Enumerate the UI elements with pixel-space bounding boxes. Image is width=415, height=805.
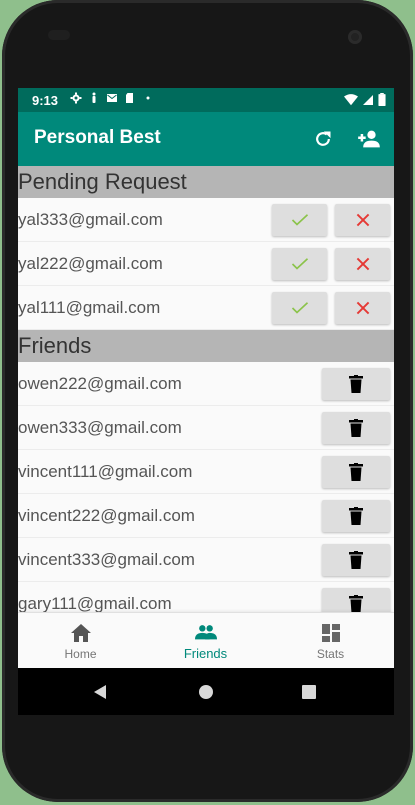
pending-email: yal222@gmail.com (18, 254, 163, 273)
delete-button[interactable] (322, 456, 390, 488)
walking-icon (92, 92, 96, 103)
status-time: 9:13 (32, 93, 59, 108)
nav-stats-label: Stats (316, 646, 345, 661)
friend-email: vincent333@gmail.com (18, 550, 195, 569)
refresh-button[interactable] (309, 125, 337, 153)
status-system-icons (344, 93, 386, 106)
trash-icon (349, 507, 363, 525)
friend-email: vincent111@gmail.com (18, 462, 193, 481)
nav-stats[interactable]: Stats (268, 613, 393, 669)
accept-button[interactable] (272, 292, 327, 324)
wifi-icon (344, 93, 358, 105)
pending-row: yal333@gmail.com (18, 198, 394, 242)
back-button[interactable] (89, 681, 111, 703)
pending-row: yal111@gmail.com (18, 286, 394, 330)
app-title: Personal Best (34, 127, 161, 148)
trash-icon (349, 463, 363, 481)
status-notification-icons (70, 92, 154, 104)
pending-row: yal222@gmail.com (18, 242, 394, 286)
friend-email: owen222@gmail.com (18, 374, 182, 393)
refresh-icon (316, 131, 331, 146)
speaker-grille (48, 30, 70, 40)
delete-button[interactable] (322, 544, 390, 576)
sd-card-icon (126, 93, 133, 103)
check-icon (291, 302, 308, 314)
close-icon (356, 213, 369, 227)
home-button[interactable] (195, 681, 217, 703)
close-icon (356, 257, 369, 271)
front-camera (348, 30, 362, 44)
trash-icon (349, 551, 363, 569)
nav-friends-label: Friends (183, 646, 228, 661)
signal-icon (363, 94, 373, 105)
friend-row: vincent111@gmail.com (18, 450, 394, 494)
battery-icon (378, 93, 386, 106)
check-icon (291, 214, 308, 226)
system-nav-bar (18, 668, 394, 715)
friend-email: vincent222@gmail.com (18, 506, 195, 525)
dot-icon (146, 96, 150, 100)
recents-button[interactable] (298, 681, 320, 703)
add-friend-icon (358, 130, 380, 148)
friend-row: vincent222@gmail.com (18, 494, 394, 538)
friend-row: vincent333@gmail.com (18, 538, 394, 582)
nav-home-label: Home (64, 646, 97, 661)
content-list[interactable]: Pending Request yal333@gmail.com yal222@… (18, 166, 394, 612)
home-circle-icon (199, 685, 213, 699)
recents-icon (302, 685, 316, 699)
mail-icon (107, 94, 117, 102)
accept-button[interactable] (272, 204, 327, 236)
reject-button[interactable] (335, 204, 390, 236)
friend-email: owen333@gmail.com (18, 418, 182, 437)
add-friend-button[interactable] (355, 125, 383, 153)
trash-icon (349, 595, 363, 612)
check-icon (291, 258, 308, 270)
pending-email: yal111@gmail.com (18, 298, 161, 317)
home-icon (70, 623, 91, 642)
friend-row: owen333@gmail.com (18, 406, 394, 450)
app-bar: Personal Best (18, 112, 394, 166)
friends-header: Friends (18, 330, 394, 362)
back-icon (94, 685, 106, 699)
reject-button[interactable] (335, 292, 390, 324)
reject-button[interactable] (335, 248, 390, 280)
accept-button[interactable] (272, 248, 327, 280)
nav-home[interactable]: Home (18, 613, 143, 669)
friend-email: gary111@gmail.com (18, 594, 172, 612)
pending-header: Pending Request (18, 166, 394, 198)
pending-email: yal333@gmail.com (18, 210, 163, 229)
trash-icon (349, 375, 363, 393)
friend-row: owen222@gmail.com (18, 362, 394, 406)
bottom-navigation: Home Friends Stats (18, 612, 394, 668)
delete-button[interactable] (322, 412, 390, 444)
emulator-frame: 9:13 Personal Best Pending Request yal33… (0, 0, 415, 805)
people-icon (194, 625, 217, 640)
phone-screen: 9:13 Personal Best Pending Request yal33… (18, 88, 394, 715)
trash-icon (349, 419, 363, 437)
delete-button[interactable] (322, 588, 390, 612)
delete-button[interactable] (322, 500, 390, 532)
delete-button[interactable] (322, 368, 390, 400)
status-bar: 9:13 (18, 88, 394, 112)
settings-icon (70, 92, 82, 104)
close-icon (356, 301, 369, 315)
nav-friends[interactable]: Friends (143, 613, 268, 669)
friend-row: gary111@gmail.com (18, 582, 394, 612)
dashboard-icon (321, 623, 340, 642)
